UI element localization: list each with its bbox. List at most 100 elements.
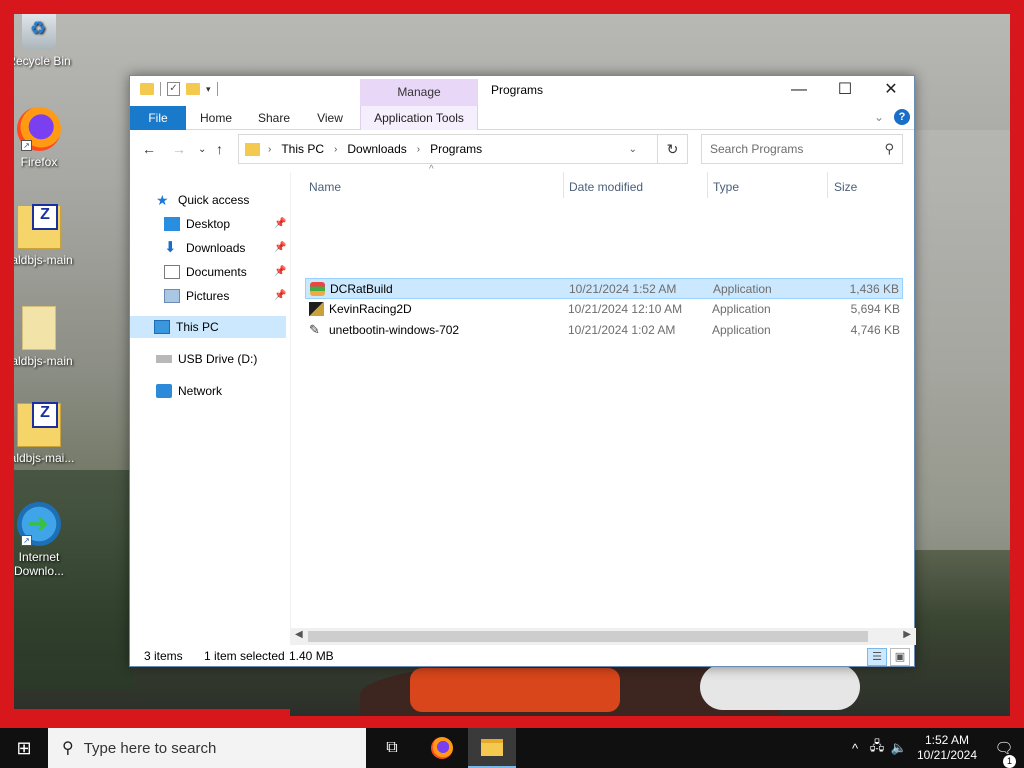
column-divider[interactable] <box>563 172 564 198</box>
system-tray: ^ 🖧 🔈 1:52 AM 10/21/2024 🗨 1 <box>844 728 1024 768</box>
horizontal-scrollbar[interactable]: ◀ ▶ <box>290 628 916 645</box>
desktop-icon-caldbjs-zip-2[interactable]: caldbjs-mai... <box>1 402 77 465</box>
column-header-name[interactable]: Name <box>309 176 559 198</box>
tab-home[interactable]: Home <box>192 106 240 130</box>
expand-ribbon-chevron-icon[interactable]: ⌄ <box>874 110 884 124</box>
address-dropdown-icon[interactable]: ⌄ <box>629 144 637 155</box>
internet-download-manager-icon: ↗ <box>17 502 61 546</box>
show-hidden-icons-chevron-icon[interactable]: ^ <box>844 741 866 756</box>
star-icon: ★ <box>156 192 169 208</box>
desktop-icon-firefox[interactable]: ↗ Firefox <box>1 107 77 169</box>
overlay-caption-box <box>14 709 290 728</box>
desktop-icon-internet-download-manager[interactable]: ↗ Internet Downlo... <box>1 502 77 578</box>
breadcrumb-separator-icon[interactable]: › <box>334 144 337 155</box>
file-row-dcratbuild[interactable]: DCRatBuild 10/21/2024 1:52 AM Applicatio… <box>305 278 903 299</box>
up-arrow-icon[interactable]: ↑ <box>216 141 223 157</box>
background-photo-detail <box>915 130 1010 550</box>
breadcrumb-this-pc[interactable]: This PC <box>281 142 324 156</box>
search-icon: ⚲ <box>884 141 894 156</box>
minimize-button[interactable]: — <box>776 76 822 106</box>
breadcrumb-programs[interactable]: Programs <box>430 142 482 156</box>
zip-archive-icon <box>17 204 61 249</box>
nav-documents[interactable]: Documents <box>164 261 286 283</box>
nav-desktop[interactable]: Desktop <box>164 213 286 235</box>
file-row-unetbootin[interactable]: ✎ unetbootin-windows-702 10/21/2024 1:02… <box>305 320 903 341</box>
window-controls: — ☐ ✕ <box>776 76 914 106</box>
scroll-left-icon[interactable]: ◀ <box>295 629 303 640</box>
maximize-button[interactable]: ☐ <box>822 76 868 106</box>
tab-share[interactable]: Share <box>250 106 298 130</box>
tab-application-tools[interactable]: Application Tools <box>360 106 478 130</box>
nav-downloads[interactable]: ⬇ Downloads <box>164 237 286 259</box>
nav-quick-access[interactable]: ★ Quick access <box>156 189 286 211</box>
search-input[interactable]: Search Programs ⚲ <box>701 134 903 164</box>
customize-toolbar-dropdown-icon[interactable]: ▾ <box>206 84 211 95</box>
close-button[interactable]: ✕ <box>868 76 914 106</box>
dcrat-app-icon <box>310 282 325 296</box>
taskbar: ⊞ ⚲ Type here to search ⧉ ^ 🖧 🔈 1:52 AM … <box>0 728 1024 768</box>
properties-icon[interactable]: ✓ <box>167 82 180 96</box>
action-center-button[interactable]: 🗨 1 <box>984 739 1024 768</box>
clock[interactable]: 1:52 AM 10/21/2024 <box>910 733 984 763</box>
desktop-icon-label: Recycle Bin <box>7 54 71 68</box>
nav-this-pc[interactable]: This PC <box>130 316 286 338</box>
details-view-button[interactable]: ☰ <box>867 648 887 666</box>
desktop-icon-label: Firefox <box>20 155 58 169</box>
column-header-date-modified[interactable]: Date modified <box>569 176 704 198</box>
new-folder-icon[interactable] <box>186 83 200 95</box>
task-view-button[interactable]: ⧉ <box>368 728 416 768</box>
document-icon <box>164 265 180 279</box>
breadcrumb-separator-icon[interactable]: › <box>417 144 420 155</box>
column-header-type[interactable]: Type <box>713 176 823 198</box>
breadcrumb-downloads[interactable]: Downloads <box>347 142 406 156</box>
recent-locations-chevron-icon[interactable]: ⌄ <box>198 144 206 155</box>
scroll-right-icon[interactable]: ▶ <box>903 629 911 640</box>
status-selected-size: 1.40 MB <box>289 649 334 663</box>
column-header-size[interactable]: Size <box>834 176 904 198</box>
taskbar-firefox[interactable] <box>418 728 466 768</box>
nav-label: Desktop <box>186 217 231 231</box>
desktop-icon-label: caldbjs-main <box>5 354 73 368</box>
network-status-icon[interactable]: 🖧 <box>866 737 888 759</box>
start-button[interactable]: ⊞ <box>0 728 48 768</box>
nav-pictures[interactable]: Pictures <box>164 285 286 307</box>
desktop-icon-recycle-bin[interactable]: Recycle Bin <box>1 8 77 68</box>
address-bar[interactable]: › This PC › Downloads › Programs ⌄ <box>238 134 658 164</box>
large-icons-view-button[interactable]: ▣ <box>890 648 910 666</box>
file-type: Application <box>713 282 772 296</box>
nav-label: Documents <box>186 265 247 279</box>
pin-icon[interactable]: 📌 <box>274 290 286 301</box>
help-icon[interactable]: ? <box>894 109 910 125</box>
nav-network[interactable]: Network <box>156 380 286 402</box>
folder-icon <box>245 142 260 156</box>
sort-ascending-icon: ^ <box>429 164 434 175</box>
column-divider[interactable] <box>707 172 708 198</box>
desktop-icon-label: Internet Downlo... <box>13 550 65 578</box>
title-bar[interactable]: ✓ ▾ Manage Programs — ☐ ✕ <box>130 76 914 106</box>
pin-icon[interactable]: 📌 <box>274 218 286 229</box>
desktop-icon-caldbjs-zip[interactable]: caldbjs-main <box>1 204 77 267</box>
pin-icon[interactable]: 📌 <box>274 242 286 253</box>
volume-icon[interactable]: 🔈 <box>888 740 910 756</box>
windows-logo-icon: ⊞ <box>16 738 32 758</box>
recycle-bin-icon <box>22 8 56 50</box>
breadcrumb-separator-icon[interactable]: › <box>268 144 271 155</box>
tab-view[interactable]: View <box>306 106 354 130</box>
taskbar-file-explorer[interactable] <box>468 728 516 768</box>
nav-usb-drive[interactable]: USB Drive (D:) <box>156 348 286 370</box>
pictures-icon <box>164 289 180 303</box>
refresh-button[interactable]: ↻ <box>658 134 688 164</box>
file-row-kevinracing2d[interactable]: KevinRacing2D 10/21/2024 12:10 AM Applic… <box>305 299 903 320</box>
taskbar-search-box[interactable]: ⚲ Type here to search <box>48 728 366 768</box>
forward-arrow-icon[interactable]: → <box>172 141 186 157</box>
notification-badge: 1 <box>1003 755 1016 768</box>
desktop-icon-label: caldbjs-mai... <box>3 451 75 465</box>
nav-label: Network <box>178 384 223 398</box>
file-explorer-icon <box>481 739 503 756</box>
pin-icon[interactable]: 📌 <box>274 266 286 277</box>
back-arrow-icon[interactable]: ← <box>142 141 156 157</box>
scrollbar-thumb[interactable] <box>308 631 868 642</box>
column-divider[interactable] <box>827 172 828 198</box>
tab-file[interactable]: File <box>130 106 186 130</box>
desktop-icon-caldbjs-folder[interactable]: caldbjs-main <box>1 306 77 368</box>
